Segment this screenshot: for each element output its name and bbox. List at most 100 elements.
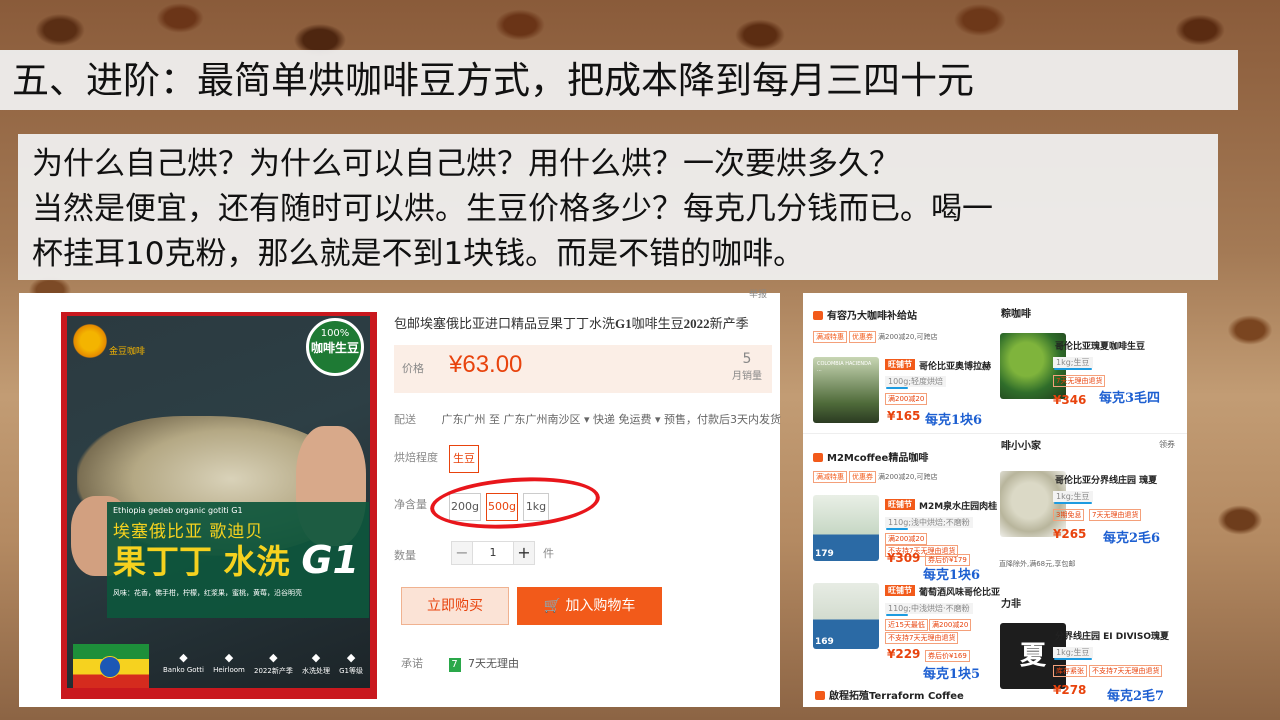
plus-button[interactable]: + [513,541,535,565]
promo-tag: 旺铺节 [885,359,915,370]
price-value: ¥63.00 [449,351,523,378]
add-to-cart-button[interactable]: 🛒 加入购物车 [517,587,662,625]
feature-item: 水洗处理 [302,651,330,676]
shipping-label: 配送 [394,413,416,426]
underline-mark [886,387,908,389]
seal-top: 100% [320,328,350,339]
ethiopia-flag-icon [73,644,149,688]
promo-tag: 旺铺节 [885,499,915,510]
minus-button[interactable]: − [451,541,473,565]
promise-label: 承诺 [401,657,423,670]
add-to-cart-label: 加入购物车 [565,598,636,614]
shop-name[interactable]: 有容乃大咖啡补给站 [813,307,917,322]
item-spec[interactable]: 110g;中浅烘焙·不磨粉 [885,603,973,614]
item-spec[interactable]: 110g;浅中烘焙;不磨粉 [885,517,973,528]
listing-screenshot: 有容乃大咖啡补给站 粽咖啡 满减特惠 优惠券 满200减20,可跨店 COLOMBI… [803,293,1187,707]
item-price: ¥278 [1053,683,1087,697]
divider [803,433,1187,434]
buy-now-button[interactable]: 立即购买 [401,587,509,625]
coupon-price: 券后价¥169 [925,650,970,662]
shop-name[interactable]: 啟程拓殖Terraform Coffee [815,687,964,702]
item-price: ¥309 [887,551,921,565]
seven-day-icon: 7 [448,658,461,672]
shop-promo: 满减特惠 优惠券 满200减20,可跨店 [813,471,938,483]
feature-item: G1等级 [339,651,363,676]
promise-text: 7天无理由 [468,657,519,670]
item-chip: 近15天最低 [885,619,928,631]
product-image[interactable]: 金豆咖啡 100% 咖啡生豆 Ethiopia gedeb organic go… [61,312,377,699]
item-chip: 7天无理由退货 [1053,375,1106,387]
item-price: ¥165 [887,409,921,423]
roast-label: 烘焙程度 [394,451,438,464]
item-price: ¥265 [1053,527,1087,541]
price-per-gram-note: 每克1块5 [923,667,981,682]
intro-line: 杯挂耳10克粉，那么就是不到1块钱。而是不错的咖啡。 [32,236,805,272]
feature-item: Banko Gotti [163,651,204,676]
product-label-box: Ethiopia gedeb organic gotiti G1 埃塞俄比亚 歌… [107,502,369,618]
qty-label: 数量 [394,549,416,562]
item-chip: 满200减20 [929,619,972,631]
product-thumbnail[interactable]: 179 [813,495,879,561]
item-spec[interactable]: 1kg;生豆 [1053,357,1093,368]
item-name[interactable]: 哥伦比亚分界线庄园 瑰夏 [1055,473,1157,486]
underline-mark [1054,502,1092,504]
sold-label: 月销量 [732,371,762,382]
feature-item: 2022新产季 [254,651,293,676]
intro-line: 为什么自己烘？为什么可以自己烘？用什么烘？一次要烘多久？ [32,146,900,182]
shop-name[interactable]: M2Mcoffee精品咖啡 [813,449,928,464]
underline-mark [886,528,908,530]
price-per-gram-note: 每克3毛四 [1099,391,1161,406]
shop-promo: 满减特惠 优惠券 满200减20,可跨店 [813,331,938,343]
underline-mark [1054,368,1092,370]
item-chip: 7天无理由退货 [1089,509,1142,521]
quantity-stepper: − 1 + 件 [451,541,554,565]
roast-option-green[interactable]: 生豆 [449,445,479,473]
item-chip: 库存紧张 [1053,665,1087,677]
underline-mark [886,614,908,616]
shipping-value[interactable]: 广东广州 至 广东广州南沙区 ▾ 快递 免运费 ▾ 预售，付款后3天内发货 [442,413,782,426]
item-name[interactable]: 葡萄酒风味哥伦比亚 [919,585,1000,598]
shop-name-right[interactable]: 力非 [1001,595,1021,610]
coupon-link[interactable]: 领券 [1159,439,1175,450]
product-thumbnail[interactable]: 169 [813,583,879,649]
item-price: ¥229 [887,647,921,661]
item-spec[interactable]: 100g;轻度烘焙 [885,376,947,387]
promise-row: 承诺 7 7天无理由 [401,655,519,672]
label-grade: G1 [301,538,359,582]
item-spec[interactable]: 1kg;生豆 [1053,647,1093,658]
item-chip: 满200减20 [885,393,928,405]
item-name[interactable]: 哥伦比亚奥博拉赫 [919,359,991,372]
price-per-gram-note: 每克2毛7 [1107,689,1165,704]
shop-name-right[interactable]: 啡小小家 [1001,437,1041,452]
shipping-row: 配送 广东广州 至 广东广州南沙区 ▾ 快递 免运费 ▾ 预售，付款后3天内发货 [394,411,781,427]
product-detail-screenshot: 金豆咖啡 100% 咖啡生豆 Ethiopia gedeb organic go… [19,290,781,707]
intro-text: 为什么自己烘？为什么可以自己烘？用什么烘？一次要烘多久？ 当然是便宜，还有随时可… [18,134,1218,280]
item-name[interactable]: M2M泉水庄园肉桂 [919,499,997,512]
shop-name-right[interactable]: 粽咖啡 [1001,305,1031,320]
quantity-input[interactable]: 1 [473,541,513,565]
item-chip: 满200减20 [885,533,928,545]
item-price: ¥346 [1053,393,1087,407]
brand-name: 金豆咖啡 [109,347,146,357]
feature-strip: Banko Gotti Heirloom 2022新产季 水洗处理 G1等级 [163,651,363,676]
label-english: Ethiopia gedeb organic gotiti G1 [113,506,243,515]
label-flavor: 风味：花香，佛手柑，柠檬，红浆果，蜜桃，黄莓，沿谷明亮 [113,589,302,597]
cart-icon: 🛒 [543,598,561,614]
item-chip: 不支持7天无理由退货 [1089,665,1163,677]
seal-main: 咖啡生豆 [310,341,359,355]
promo-tag: 旺铺节 [885,585,915,596]
price-box: 价格 ¥63.00 5 月销量 [394,345,772,393]
intro-line: 当然是便宜，还有随时可以烘。生豆价格多少？每克几分钱而已。喝一 [32,191,993,227]
sold-count: 5 [742,351,752,367]
green-bean-seal: 100% 咖啡生豆 [306,318,364,376]
price-per-gram-note: 每克1块6 [923,568,981,583]
red-highlight-circle [428,472,602,534]
item-name[interactable]: 分界线庄园 EI DIVISO瑰夏 [1055,629,1169,642]
item-name[interactable]: 哥伦比亚瑰夏咖啡生豆 [1055,339,1145,352]
product-thumbnail[interactable]: COLOMBIA HACIENDA ... [813,357,879,423]
item-spec[interactable]: 1kg;生豆 [1053,491,1093,502]
report-link[interactable]: 举报 [749,287,767,300]
item-chip: 3期免息 [1053,509,1085,521]
underline-mark [1054,658,1092,660]
feature-item: Heirloom [213,651,245,676]
